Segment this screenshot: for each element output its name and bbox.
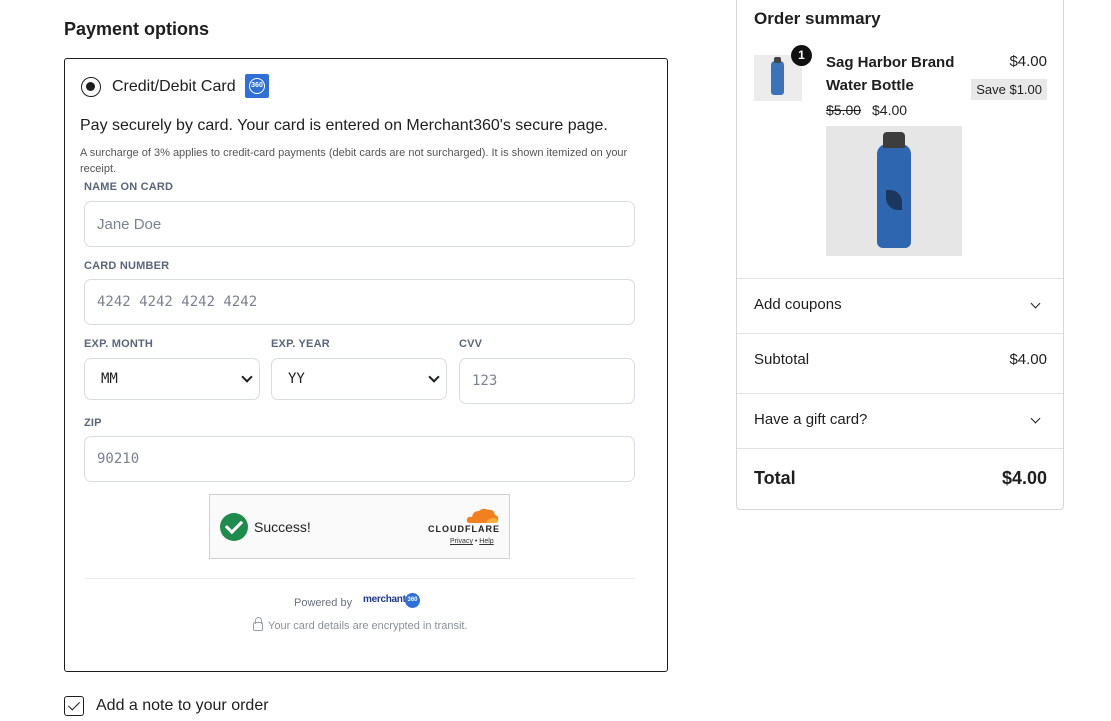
subtotal-value: $4.00 [1009,351,1047,368]
zip-input[interactable]: 90210 [84,436,635,482]
chevron-down-icon [1030,413,1041,424]
add-coupons-toggle[interactable]: Add coupons [737,278,1063,333]
chevron-down-icon [428,371,440,383]
gift-card-label: Have a gift card? [754,411,868,428]
order-summary-panel: Order summary 1 Sag Harbor Brand Water B… [736,0,1064,510]
lock-icon [253,617,263,631]
captcha-links: Privacy • Help [450,538,494,545]
quantity-badge: 1 [791,45,812,66]
payment-options-heading: Payment options [64,19,210,39]
powered-by-label: Powered by [294,597,353,609]
exp-year-value: YY [288,371,305,387]
exp-year-label: EXP. YEAR [271,338,330,350]
product-name: Sag Harbor Brand Water Bottle [826,54,955,94]
exp-month-select[interactable]: MM [84,358,260,400]
chevron-down-icon [241,371,253,383]
total-value: $4.00 [1001,468,1047,488]
credit-card-label[interactable]: Credit/Debit Card [112,78,236,96]
captcha-status: Success! [254,519,311,535]
cvv-input[interactable]: 123 [459,358,635,404]
gift-card-toggle[interactable]: Have a gift card? [737,393,1063,448]
add-coupons-label: Add coupons [754,296,842,313]
chevron-down-icon [1030,298,1041,309]
total-row: Total $4.00 [737,448,1063,510]
original-price: $5.00 [826,102,862,118]
product-image [826,126,962,256]
subtotal-label: Subtotal [754,351,810,368]
water-bottle-image [877,132,911,248]
total-label: Total [754,468,796,488]
payment-description: Pay securely by card. Your card is enter… [80,117,608,134]
merchant360-logo-text: 360 [249,78,265,94]
savings-badge: Save $1.00 [971,79,1047,100]
success-check-icon [220,513,248,541]
cloudflare-cloud-icon [466,508,499,523]
add-note-label[interactable]: Add a note to your order [96,697,269,715]
name-on-card-input[interactable]: Jane Doe [84,201,635,247]
surcharge-note: A surcharge of 3% applies to credit-card… [80,147,628,175]
merchant360-logo-icon: 360 [245,74,269,98]
exp-month-value: MM [101,371,118,387]
cloudflare-captcha-widget[interactable]: Success! CLOUDFLARE Privacy • Help [209,494,510,559]
subtotal-row: Subtotal $4.00 [737,333,1063,393]
sale-price: $4.00 [872,102,908,118]
encryption-note: Your card details are encrypted in trans… [268,620,468,632]
zip-label: ZIP [84,417,102,429]
payment-method-panel: Credit/Debit Card 360 Pay securely by ca… [64,58,668,672]
card-number-input[interactable]: 4242 4242 4242 4242 [84,279,635,325]
help-link[interactable]: Help [479,538,493,545]
name-on-card-label: NAME ON CARD [84,181,174,193]
card-number-label: CARD NUMBER [84,260,170,272]
merchant360-badge-icon: 360 [405,593,420,608]
divider [85,578,635,579]
whale-tail-logo-icon [886,190,902,210]
exp-month-label: EXP. MONTH [84,338,154,350]
order-summary-heading: Order summary [754,9,881,28]
merchant360-wordmark: merchant [363,594,406,605]
credit-card-radio[interactable] [81,77,101,97]
cloudflare-logo-text: CLOUDFLARE [428,524,500,534]
exp-year-select[interactable]: YY [271,358,447,400]
product-price: $4.00 [1009,53,1047,70]
privacy-link[interactable]: Privacy [450,538,473,545]
cvv-label: CVV [459,338,483,350]
bottle-thumbnail-icon [771,57,784,95]
add-note-checkbox[interactable] [64,696,84,716]
